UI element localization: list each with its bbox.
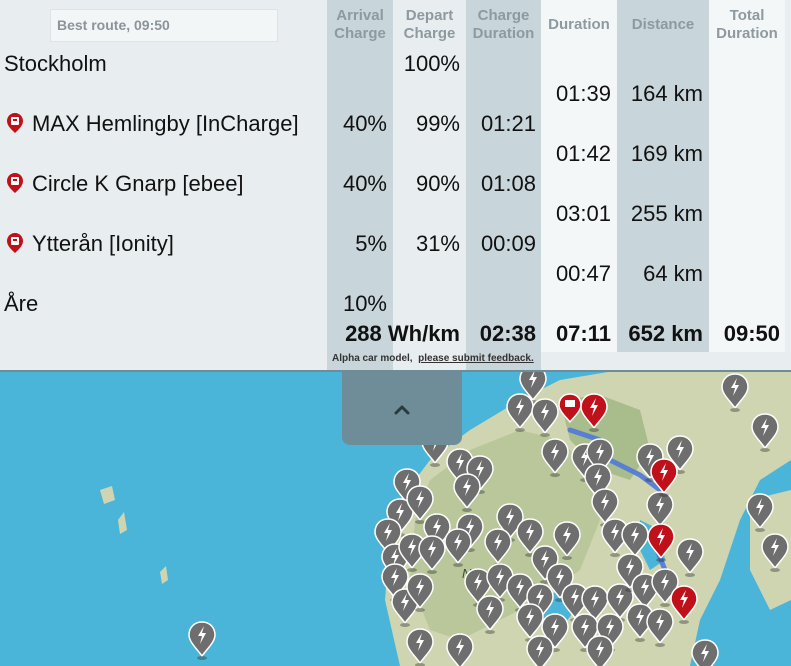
footnote: Alpha car model, please submit feedback.	[332, 353, 534, 364]
charge-duration-3: 00:09	[480, 231, 536, 256]
total-duration: 09:50	[723, 321, 780, 346]
leg-distance-2: 169 km	[630, 141, 703, 166]
feedback-link[interactable]: please submit feedback.	[418, 353, 534, 364]
route-title: Best route, 09:50	[50, 9, 278, 42]
depart-charge-2: 90%	[415, 171, 460, 196]
leg-distance-4: 64 km	[643, 261, 703, 286]
leg-duration-3: 03:01	[555, 201, 611, 226]
stop-name-1[interactable]: MAX Hemlingby [InCharge]	[4, 110, 299, 138]
total-charge-time: 02:38	[479, 321, 536, 346]
total-consumption: 288 Wh/km	[345, 321, 460, 346]
leg-distance-3: 255 km	[630, 201, 703, 226]
depart-charge-start: 100%	[403, 51, 460, 76]
header-total-duration: Total Duration	[716, 7, 778, 42]
charge-duration-1: 01:21	[480, 111, 536, 136]
header-distance: Distance	[631, 16, 695, 33]
arrival-charge-1: 40%	[342, 111, 387, 136]
arrival-charge-end: 10%	[342, 291, 387, 316]
stop-name-3[interactable]: Ytterån [Ionity]	[4, 230, 174, 258]
leg-distance-1: 164 km	[630, 81, 703, 106]
total-driving-time: 07:11	[555, 321, 611, 346]
charger-pin-icon	[7, 113, 23, 133]
arrival-charge-3: 5%	[355, 231, 387, 256]
depart-charge-1: 99%	[415, 111, 460, 136]
header-duration: Duration	[548, 16, 610, 33]
collapse-panel-button[interactable]	[342, 372, 462, 445]
header-charge-duration: Charge Duration	[472, 7, 535, 42]
leg-duration-2: 01:42	[555, 141, 611, 166]
leg-duration-1: 01:39	[555, 81, 611, 106]
header-arrival-charge: Arrival Charge	[334, 7, 386, 42]
total-duration-column-shade	[709, 0, 785, 352]
stop-name-end[interactable]: Åre	[4, 290, 38, 318]
chevron-up-icon	[394, 405, 410, 415]
charger-pin-icon	[7, 233, 23, 253]
depart-charge-3: 31%	[415, 231, 460, 256]
distance-column-shade	[617, 0, 709, 352]
total-distance: 652 km	[628, 321, 703, 346]
leg-duration-4: 00:47	[555, 261, 611, 286]
stop-name-2[interactable]: Circle K Gnarp [ebee]	[4, 170, 244, 198]
stop-name-start[interactable]: Stockholm	[4, 50, 107, 78]
header-depart-charge: Depart Charge	[403, 7, 456, 42]
arrival-charge-2: 40%	[342, 171, 387, 196]
charger-pin-icon	[7, 173, 23, 193]
route-summary-panel: Best route, 09:50 Arrival Charge Depart Ch…	[0, 0, 791, 372]
charge-duration-2: 01:08	[480, 171, 536, 196]
duration-column-shade	[541, 0, 617, 352]
